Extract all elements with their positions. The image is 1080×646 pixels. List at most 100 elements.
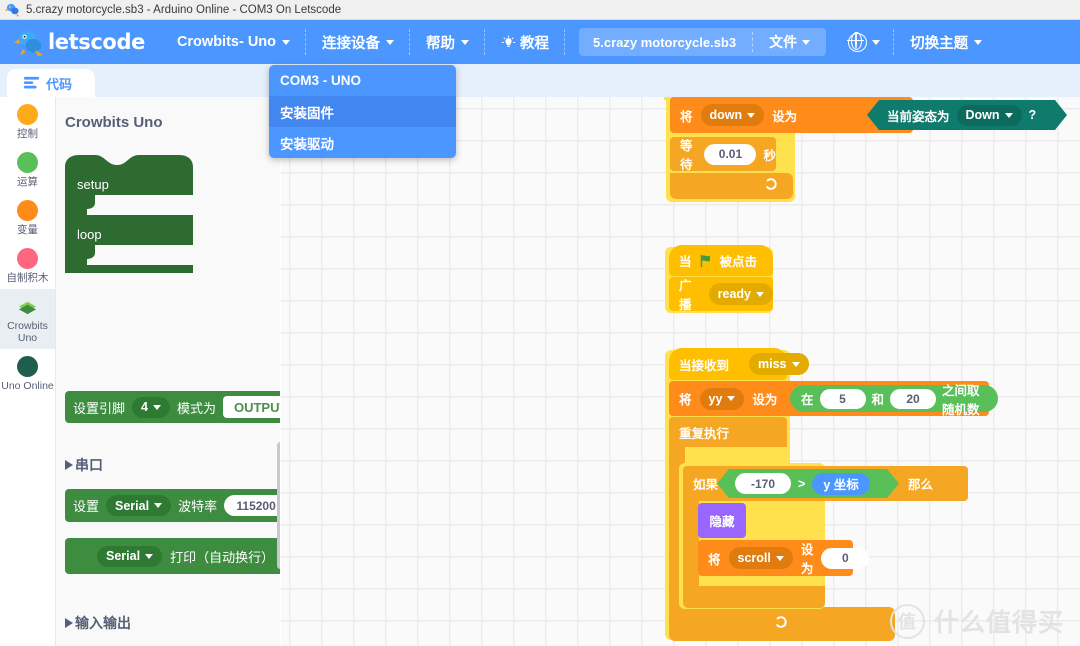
menu-help[interactable]: 帮助 — [410, 20, 485, 64]
scroll-value-field[interactable]: 0 — [821, 548, 869, 569]
block-wait[interactable]: 等待 0.01 秒 — [670, 137, 776, 171]
palette-section-io-label: 输入输出 — [75, 613, 131, 633]
message-dropdown-value: miss — [758, 357, 787, 371]
palette-section-io[interactable]: 输入输出 — [56, 607, 131, 633]
random-min-field[interactable]: 5 — [820, 389, 866, 409]
random-post-label: 之间取随机数 — [942, 380, 987, 418]
random-max-field[interactable]: 20 — [890, 389, 936, 409]
category-operators[interactable]: 运算 — [0, 145, 55, 193]
divider — [564, 29, 565, 55]
posture-question-mark: ? — [1029, 108, 1037, 122]
block-serial-begin[interactable]: 设置 Serial 波特率 115200 — [65, 489, 280, 522]
block-serial-println[interactable]: Serial 打印（自动换行） — [65, 538, 280, 574]
menu-language[interactable] — [826, 20, 894, 64]
posture-dropdown-value: Down — [966, 108, 1000, 122]
menu-connect-device[interactable]: 连接设备 — [306, 20, 410, 64]
dropdown-item-install-firmware[interactable]: 安装固件 — [269, 96, 456, 127]
block-hide[interactable]: 隐藏 — [698, 503, 746, 538]
pin-dropdown[interactable]: 4 — [132, 397, 170, 418]
set-label: 将 — [679, 389, 692, 408]
menu-switch-theme-label: 切换主题 — [910, 32, 968, 53]
block-when-flag-clicked[interactable]: 当 被点击 — [669, 245, 773, 276]
broadcast-dropdown[interactable]: ready — [709, 283, 773, 305]
code-icon — [23, 75, 40, 92]
baud-rate-field[interactable]: 115200 — [224, 495, 280, 516]
menu-switch-theme[interactable]: 切换主题 — [894, 20, 998, 64]
category-variables[interactable]: 变量 — [0, 193, 55, 241]
block-forever-footer[interactable] — [670, 173, 793, 199]
forever-label: 重复执行 — [679, 423, 729, 442]
category-my-blocks[interactable]: 自制积木 — [0, 241, 55, 289]
serial-port-dropdown[interactable]: Serial — [106, 495, 171, 516]
menu-tutorial[interactable]: 教程 — [485, 20, 565, 64]
hide-label: 隐藏 — [709, 511, 734, 530]
message-dropdown[interactable]: miss — [749, 353, 809, 375]
category-my-blocks-label: 自制积木 — [7, 272, 49, 284]
block-broadcast[interactable]: 广播 ready — [669, 277, 773, 311]
block-forever-footer-2[interactable] — [669, 607, 895, 641]
variable-dropdown-scroll[interactable]: scroll — [729, 547, 793, 569]
project-name-field[interactable]: 5.crazy motorcycle.sb3 — [579, 35, 752, 50]
dropdown-item-com3-uno[interactable]: COM3 - UNO — [269, 65, 456, 96]
wait-value-field[interactable]: 0.01 — [704, 144, 756, 165]
when-suffix-label: 被点击 — [720, 251, 758, 270]
crowbits-icon — [17, 296, 38, 317]
block-setup-loop[interactable]: setup loop — [65, 153, 193, 280]
palette-section-serial[interactable]: 串口 — [56, 449, 103, 475]
globe-icon — [848, 33, 867, 52]
menu-board-select[interactable]: Crowbits- Uno — [161, 20, 306, 64]
tab-sounds[interactable]: 声音 — [152, 69, 238, 97]
file-menu-label: 文件 — [769, 32, 797, 52]
category-color-dot — [17, 356, 38, 377]
set-to-label: 设为 — [772, 106, 797, 125]
menu-help-label: 帮助 — [426, 32, 455, 53]
file-menu[interactable]: 文件 — [753, 32, 826, 52]
window-titlebar: 5.crazy motorcycle.sb3 - Arduino Online … — [0, 0, 1080, 20]
green-flag-icon — [699, 254, 713, 268]
serial-port-dropdown[interactable]: Serial — [97, 546, 162, 567]
app-window: 5.crazy motorcycle.sb3 - Arduino Online … — [0, 0, 1080, 646]
category-uno-online[interactable]: Uno Online — [0, 349, 55, 397]
if-label: 如果 — [693, 474, 718, 493]
tab-code[interactable]: 代码 — [7, 69, 95, 97]
triangle-right-icon — [65, 618, 73, 628]
category-crowbits-uno[interactable]: Crowbits Uno — [0, 289, 55, 349]
watermark-text: 什么值得买 — [934, 603, 1064, 639]
block-forever-header[interactable]: 重复执行 — [669, 417, 787, 447]
category-color-dot — [17, 152, 38, 173]
block-greater-than[interactable]: -170 > y 坐标 — [717, 469, 899, 498]
set-to-label: 设为 — [752, 389, 777, 408]
variable-dropdown-scroll-value: scroll — [738, 551, 771, 565]
loop-arrow-icon — [775, 615, 789, 634]
connect-device-dropdown[interactable]: COM3 - UNO 安装固件 安装驱动 — [269, 65, 456, 158]
palette-scrollbar[interactable] — [277, 442, 280, 569]
app-logo[interactable]: letscode — [14, 28, 145, 56]
dropdown-item-install-driver-label: 安装驱动 — [280, 133, 334, 153]
project-bar: 5.crazy motorcycle.sb3 文件 — [579, 28, 826, 56]
editor-tabbar: 代码 造型 声音 — [0, 64, 1080, 97]
block-posture-sensor[interactable]: 当前姿态为 Down ? — [867, 100, 1067, 130]
category-control[interactable]: 控制 — [0, 97, 55, 145]
y-position-reporter[interactable]: y 坐标 — [812, 473, 869, 495]
chevron-down-icon — [776, 556, 784, 561]
category-color-dot — [17, 248, 38, 269]
block-palette[interactable]: Crowbits Uno setup loop 设置引脚 4 模式为 OUTPU… — [56, 97, 280, 646]
block-set-variable-scroll[interactable]: 将 scroll 设为 0 — [698, 540, 853, 576]
then-label: 那么 — [908, 474, 933, 493]
variable-dropdown-down[interactable]: down — [701, 104, 765, 126]
set-label: 将 — [680, 106, 693, 125]
window-title-text: 5.crazy motorcycle.sb3 - Arduino Online … — [26, 4, 341, 16]
posture-dropdown[interactable]: Down — [957, 105, 1022, 126]
code-workspace[interactable]: 将 down 设为 当前姿态为 Down ? 等待 0 — [281, 97, 1080, 646]
variable-dropdown-yy[interactable]: yy — [700, 388, 745, 410]
dropdown-item-install-driver[interactable]: 安装驱动 — [269, 127, 456, 158]
random-mid-label: 和 — [872, 389, 885, 408]
chevron-down-icon — [974, 40, 982, 45]
cond-left-field[interactable]: -170 — [735, 473, 791, 494]
mode-field[interactable]: OUTPUT — [223, 396, 280, 418]
chevron-down-icon — [802, 40, 810, 45]
block-then-tail: 那么 — [896, 466, 968, 501]
block-set-pin-mode[interactable]: 设置引脚 4 模式为 OUTPUT — [65, 391, 280, 423]
block-random-number[interactable]: 在 5 和 20 之间取随机数 — [790, 385, 998, 412]
block-serial-begin-prefix: 设置 — [73, 496, 99, 515]
